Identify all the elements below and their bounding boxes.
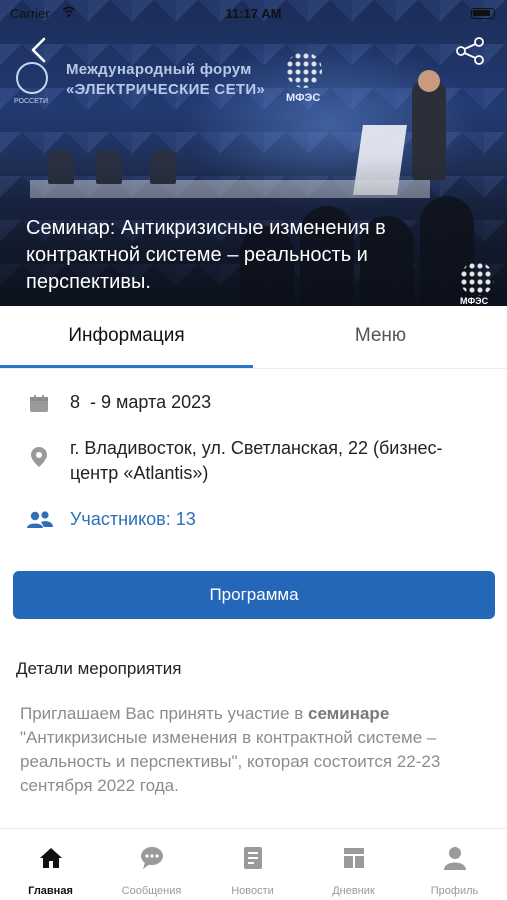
event-date: 8 - 9 марта 2023 <box>70 392 212 412</box>
calendar-icon <box>30 395 48 412</box>
event-title: Семинар: Антикризисные изменения в контр… <box>26 217 386 293</box>
tabbar-item-profile[interactable]: Профиль <box>404 829 505 900</box>
bottom-tab-bar: Главная Сообщения Новости Дневник Профил… <box>0 828 507 900</box>
profile-icon <box>444 847 466 870</box>
share-icon <box>456 37 484 65</box>
hero-banner-line2: «ЭЛЕКТРИЧЕСКИЕ СЕТИ» <box>66 81 266 98</box>
chat-icon <box>141 847 163 869</box>
mfes-corner-logo <box>460 262 494 296</box>
speaker-head <box>418 70 440 92</box>
program-button[interactable]: Программа <box>13 571 495 619</box>
diary-icon <box>344 848 364 868</box>
back-button[interactable] <box>22 33 54 67</box>
participants-icon <box>27 511 53 528</box>
details-text-rest: "Антикризисные изменения в контрактной с… <box>20 728 441 795</box>
location-pin-icon <box>31 447 47 467</box>
mfes-logo-label: МФЭС <box>286 92 321 104</box>
hero-banner-text: Международный форум «ЭЛЕКТРИЧЕСКИЕ СЕТИ» <box>66 60 265 100</box>
tabbar-item-news[interactable]: Новости <box>202 829 303 900</box>
tabbar-item-messages[interactable]: Сообщения <box>101 829 202 900</box>
home-icon <box>40 848 62 868</box>
mfes-corner-logo-label: МФЭС <box>460 296 489 306</box>
chevron-left-icon <box>31 37 46 63</box>
details-text-bold: семинаре <box>308 704 390 723</box>
tabbar-label: Профиль <box>430 885 479 897</box>
tab-information[interactable]: Информация <box>0 306 253 368</box>
tabbar-label: Главная <box>28 885 73 897</box>
share-button[interactable] <box>452 34 488 68</box>
segment-tabs: Информация Меню <box>0 306 507 368</box>
status-bar: Carrier 11:17 AM <box>0 0 507 28</box>
tabs-divider <box>0 368 507 369</box>
tabbar-label: Сообщения <box>121 885 182 897</box>
details-text-prefix: Приглашаем Вас принять участие в <box>20 704 308 723</box>
rosseti-logo-label: РОССЕТИ <box>14 98 49 105</box>
event-location: г. Владивосток, ул. Светланская, 22 (биз… <box>70 438 443 483</box>
hero-banner-line1: Международный форум <box>66 61 252 78</box>
battery-icon <box>471 8 495 19</box>
tabbar-item-home[interactable]: Главная <box>0 829 101 900</box>
tab-menu[interactable]: Меню <box>254 306 507 368</box>
tabbar-label: Дневник <box>332 885 375 897</box>
clock: 11:17 AM <box>225 6 282 21</box>
mfes-logo <box>286 52 322 88</box>
participants-link[interactable]: Участников: 13 <box>70 507 196 532</box>
details-title: Детали мероприятия <box>16 659 182 678</box>
tabbar-label: Новости <box>231 885 274 897</box>
details-text: Приглашаем Вас принять участие в семинар… <box>20 702 490 798</box>
tabbar-item-diary[interactable]: Дневник <box>303 829 404 900</box>
news-icon <box>244 847 262 869</box>
